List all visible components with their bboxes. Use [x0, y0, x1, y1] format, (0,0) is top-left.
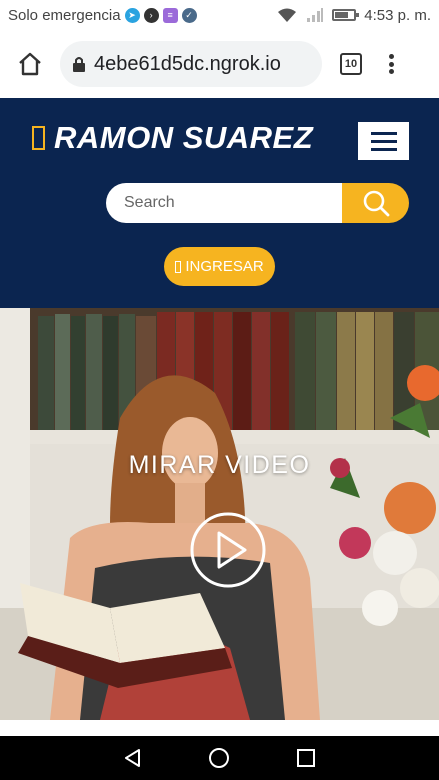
menu-dot-icon: [388, 54, 394, 59]
menu-dot-icon: [388, 69, 394, 74]
brand-name: RAMON SUAREZ: [54, 120, 314, 155]
hamburger-line: [370, 131, 397, 135]
brand-logo[interactable]: RAMON SUAREZ: [32, 120, 313, 156]
status-left: Solo emergencia ➤ › ≡ ✓: [8, 7, 197, 24]
android-nav-bar: [0, 736, 439, 780]
home-icon: [19, 52, 41, 76]
login-label: INGRESAR: [185, 258, 264, 275]
hamburger-menu-button[interactable]: [358, 122, 409, 160]
signal-icon: [307, 8, 324, 22]
lock-icon: [73, 57, 85, 72]
tab-switcher-button[interactable]: 10: [340, 53, 362, 75]
back-icon[interactable]: [122, 747, 144, 769]
clock: 4:53 p. m.: [364, 6, 431, 24]
status-bar: Solo emergencia ➤ › ≡ ✓ 4:53 p. m.: [0, 0, 439, 30]
check-icon: ✓: [181, 7, 197, 23]
battery-fill: [335, 12, 349, 18]
recents-icon[interactable]: [295, 747, 317, 769]
play-button-icon[interactable]: [189, 511, 267, 589]
hamburger-line: [370, 147, 397, 151]
battery-icon: [332, 9, 360, 21]
app-icon: ≡: [162, 7, 178, 23]
terminal-icon: ›: [143, 7, 159, 23]
address-bar[interactable]: 4ebe61d5dc.ngrok.io: [60, 41, 322, 87]
browser-menu-button[interactable]: [386, 52, 396, 76]
status-right: 4:53 p. m.: [276, 7, 431, 24]
telegram-icon: ➤: [124, 7, 140, 23]
menu-dot-icon: [388, 61, 394, 67]
hamburger-line: [370, 139, 397, 143]
search-button[interactable]: [342, 183, 409, 223]
home-button[interactable]: [10, 44, 50, 84]
url-text: 4ebe61d5dc.ngrok.io: [94, 52, 281, 75]
search-icon: [363, 190, 389, 217]
home-circle-icon[interactable]: [208, 747, 230, 769]
carrier-label: Solo emergencia: [8, 6, 121, 24]
site-header: RAMON SUAREZ INGRESAR: [0, 98, 439, 308]
search-form: [106, 183, 409, 223]
login-icon: [175, 260, 182, 273]
login-button[interactable]: INGRESAR: [164, 247, 275, 286]
hero-video-banner[interactable]: MIRAR VIDEO: [0, 308, 439, 720]
brand-icon: [32, 126, 45, 150]
page-content-edge: [0, 720, 439, 736]
search-input[interactable]: [106, 183, 352, 223]
browser-toolbar: 4ebe61d5dc.ngrok.io 10: [0, 30, 439, 98]
wifi-icon: [278, 8, 297, 22]
hero-title: MIRAR VIDEO: [128, 451, 311, 479]
